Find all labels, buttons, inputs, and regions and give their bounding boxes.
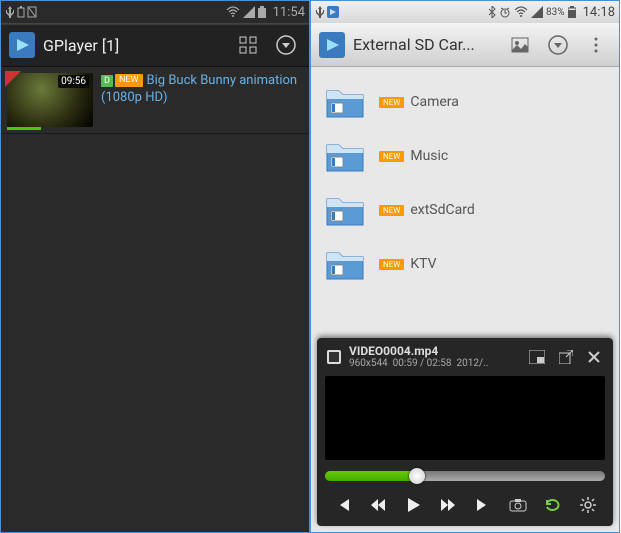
folder-icon xyxy=(325,85,365,119)
folder-name: KTV xyxy=(410,256,436,272)
battery-small-icon xyxy=(17,6,25,18)
folder-row[interactable]: NEW Music xyxy=(311,129,619,183)
play-button[interactable] xyxy=(400,492,426,518)
folder-icon xyxy=(325,247,365,281)
folder-name: Music xyxy=(410,148,448,164)
battery-icon xyxy=(258,6,266,18)
video-subtitle: (1080p HD) xyxy=(101,90,168,105)
forward-button[interactable] xyxy=(435,492,461,518)
folder-icon xyxy=(325,193,365,227)
alarm-icon xyxy=(499,6,511,18)
close-button[interactable] xyxy=(583,348,605,366)
video-file-icon xyxy=(325,348,343,366)
rewind-button[interactable] xyxy=(365,492,391,518)
bluetooth-icon xyxy=(488,6,496,18)
battery-percent: 83% xyxy=(546,7,565,18)
player-time: 00:59 / 02:58 xyxy=(393,358,452,369)
phone-right: 83% 14:18 External SD Car... NEWCameraNE… xyxy=(310,0,620,533)
seek-fill xyxy=(325,471,417,481)
new-badge: NEW xyxy=(379,151,404,162)
wifi-icon xyxy=(226,6,240,18)
usb-icon xyxy=(5,6,15,18)
overflow-menu-button[interactable] xyxy=(581,30,611,60)
popout-button[interactable] xyxy=(555,348,577,366)
seek-thumb[interactable] xyxy=(409,468,425,484)
repeat-button[interactable] xyxy=(540,492,566,518)
app-status-icon xyxy=(327,6,339,18)
pip-button[interactable] xyxy=(525,348,549,366)
next-button[interactable] xyxy=(470,492,496,518)
new-badge: NEW xyxy=(379,259,404,270)
folder-name: Camera xyxy=(410,94,459,110)
folder-icon xyxy=(325,139,365,173)
header: External SD Car... xyxy=(311,23,619,67)
mini-player-header: VIDEO0004.mp4 960x544 00:59 / 02:58 2012… xyxy=(325,344,605,370)
wifi-icon xyxy=(514,6,528,18)
video-progress-bar xyxy=(7,127,41,130)
new-ribbon-icon xyxy=(5,71,21,87)
seek-bar[interactable] xyxy=(325,468,605,484)
folder-row[interactable]: NEW KTV xyxy=(311,237,619,291)
video-meta: DNEW Big Buck Bunny animation (1080p HD) xyxy=(101,73,303,127)
folder-label: NEW extSdCard xyxy=(379,202,475,218)
mini-player: VIDEO0004.mp4 960x544 00:59 / 02:58 2012… xyxy=(317,338,613,526)
player-date: 2012/.. xyxy=(457,358,489,369)
video-row[interactable]: 09:56 DNEW Big Buck Bunny animation (1080… xyxy=(1,67,309,134)
player-controls xyxy=(325,492,605,518)
clock: 11:54 xyxy=(273,5,305,20)
usb-icon xyxy=(315,6,325,18)
status-bar: 11:54 xyxy=(1,1,309,23)
folder-label: NEW KTV xyxy=(379,256,437,272)
settings-button[interactable] xyxy=(575,492,601,518)
folder-row[interactable]: NEW extSdCard xyxy=(311,183,619,237)
dropdown-button[interactable] xyxy=(543,30,573,60)
snapshot-button[interactable] xyxy=(505,492,531,518)
location-title: External SD Car... xyxy=(353,35,497,54)
new-badge: NEW xyxy=(115,74,143,88)
grid-view-button[interactable] xyxy=(233,30,263,60)
folder-name: extSdCard xyxy=(410,202,474,218)
dropdown-button[interactable] xyxy=(271,30,301,60)
player-resolution: 960x544 xyxy=(349,358,388,369)
clock: 14:18 xyxy=(583,5,615,20)
player-filename: VIDEO0004.mp4 xyxy=(349,344,519,358)
mini-player-video[interactable] xyxy=(325,376,605,460)
signal-icon xyxy=(531,6,543,18)
app-icon xyxy=(9,32,35,58)
folder-row[interactable]: NEW Camera xyxy=(311,75,619,129)
header: GPlayer [1] xyxy=(1,23,309,67)
battery-icon xyxy=(568,6,576,18)
video-thumbnail: 09:56 xyxy=(7,73,93,127)
phone-left: 11:54 GPlayer [1] 09:56 DNEW Big Buck Bun… xyxy=(0,0,310,533)
prev-button[interactable] xyxy=(330,492,356,518)
gallery-button[interactable] xyxy=(505,30,535,60)
video-title: Big Buck Bunny animation xyxy=(147,73,298,88)
status-bar: 83% 14:18 xyxy=(311,1,619,23)
signal-icon xyxy=(243,6,255,18)
app-icon xyxy=(319,32,345,58)
folder-label: NEW Music xyxy=(379,148,448,164)
folder-label: NEW Camera xyxy=(379,94,459,110)
new-badge: NEW xyxy=(379,97,404,108)
video-duration: 09:56 xyxy=(58,75,89,88)
new-badge: NEW xyxy=(379,205,404,216)
app-title: GPlayer [1] xyxy=(43,36,225,55)
d-badge: D xyxy=(101,75,113,87)
folder-list: NEW Camera NEW Music NEW extSdCard NEW KTV xyxy=(311,67,619,299)
no-sim-icon xyxy=(27,6,37,18)
